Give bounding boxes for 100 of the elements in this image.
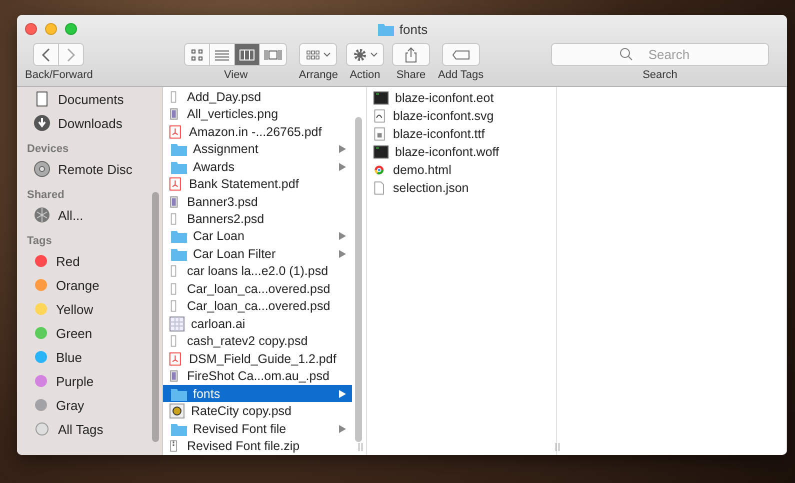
file-row[interactable]: Car_loan_ca...overed.psd bbox=[163, 280, 352, 298]
badge-file-icon bbox=[169, 403, 185, 420]
back-icon bbox=[40, 48, 51, 62]
forward-icon bbox=[66, 48, 76, 62]
back-button[interactable] bbox=[32, 43, 59, 66]
file-row[interactable]: DSM_Field_Guide_1.2.pdf bbox=[163, 350, 352, 368]
search-label: Search bbox=[642, 69, 678, 81]
pdf-file-icon bbox=[169, 176, 183, 192]
document-icon bbox=[373, 180, 387, 196]
view-mode-button[interactable] bbox=[234, 43, 260, 66]
file-row[interactable]: cash_ratev2 copy.psd bbox=[163, 332, 352, 350]
minimize-button[interactable] bbox=[45, 23, 57, 35]
arrange-button[interactable] bbox=[299, 43, 338, 66]
sidebar-item[interactable]: Yellow bbox=[56, 302, 94, 316]
close-button[interactable] bbox=[25, 23, 37, 35]
window-title: fonts bbox=[399, 22, 428, 36]
sidebar-item[interactable]: Documents bbox=[58, 92, 124, 106]
file-row[interactable]: All_verticles.png bbox=[163, 105, 352, 123]
file-row[interactable]: Banner3.psd bbox=[163, 192, 352, 210]
file-row[interactable]: Assignment bbox=[163, 140, 352, 158]
view-mode-button[interactable] bbox=[184, 43, 210, 66]
terminal-file-icon bbox=[373, 144, 389, 160]
arrange-icon bbox=[306, 48, 320, 60]
sidebar-item[interactable]: Green bbox=[56, 326, 92, 340]
share-label: Share bbox=[396, 69, 426, 81]
chevron-icon bbox=[339, 390, 346, 398]
caret-icon bbox=[322, 52, 331, 58]
file-row[interactable]: blaze-iconfont.woff bbox=[367, 143, 556, 161]
action-button[interactable] bbox=[346, 43, 384, 66]
font-file-icon bbox=[373, 126, 387, 142]
file-row[interactable]: car loans la...e2.0 (1).psd bbox=[163, 262, 352, 280]
sidebar-item[interactable]: Downloads bbox=[58, 116, 122, 130]
sidebar-item[interactable]: Blue bbox=[56, 350, 82, 364]
folder-icon bbox=[169, 141, 187, 158]
sidebar-section-header: Devices bbox=[27, 142, 70, 155]
file-row[interactable]: Revised Font file.zip bbox=[163, 437, 352, 455]
share-icon bbox=[405, 46, 417, 62]
sidebar-item[interactable]: All Tags bbox=[58, 422, 104, 436]
sidebar-section-header: Tags bbox=[27, 234, 53, 247]
file-row[interactable]: Amazon.in -...26765.pdf bbox=[163, 122, 352, 140]
file-row[interactable]: demo.html bbox=[367, 161, 556, 179]
pdf-file-icon bbox=[169, 350, 183, 367]
column-resize-icon[interactable] bbox=[358, 443, 363, 451]
sidebar-section-header: Shared bbox=[27, 188, 66, 201]
gear-icon bbox=[352, 48, 366, 62]
scrollbar[interactable] bbox=[152, 192, 159, 442]
sidebar-item[interactable]: Red bbox=[56, 254, 80, 268]
file-row[interactable]: blaze-iconfont.eot bbox=[367, 89, 556, 107]
share-button[interactable] bbox=[392, 43, 430, 66]
file-row[interactable]: carloan.ai bbox=[163, 315, 352, 333]
file-row[interactable]: fonts bbox=[163, 384, 352, 402]
back-forward-label: Back/Forward bbox=[25, 69, 93, 81]
add-tags-button[interactable] bbox=[442, 43, 480, 66]
file-row[interactable]: Banners2.psd bbox=[163, 210, 352, 228]
sidebar-item[interactable]: Gray bbox=[56, 398, 84, 412]
search-field[interactable]: Search bbox=[551, 43, 769, 66]
column-resize-icon[interactable] bbox=[555, 443, 560, 451]
chevron-icon bbox=[339, 162, 346, 171]
chevron-icon bbox=[339, 424, 346, 433]
file-row[interactable]: Car Loan Filter bbox=[163, 245, 352, 263]
search-icon bbox=[619, 47, 633, 61]
file-row[interactable]: Awards bbox=[163, 158, 352, 176]
file-row[interactable]: blaze-iconfont.svg bbox=[367, 107, 556, 125]
arrange-label: Arrange bbox=[298, 69, 338, 81]
file-row[interactable]: Add_Day.psd bbox=[163, 88, 352, 106]
tag-icon bbox=[452, 50, 470, 60]
disc-icon bbox=[34, 161, 50, 177]
icon-view-icon bbox=[190, 48, 204, 60]
file-row[interactable]: Car_loan_ca...overed.psd bbox=[163, 298, 352, 316]
file-row[interactable]: Revised Font file bbox=[163, 420, 352, 438]
vector-file-icon bbox=[373, 108, 387, 124]
globe-icon bbox=[34, 207, 50, 223]
terminal-file-icon bbox=[373, 90, 389, 106]
sidebar-item[interactable]: Orange bbox=[56, 278, 100, 292]
folder-icon bbox=[169, 228, 187, 244]
sidebar-item[interactable]: All... bbox=[58, 208, 84, 222]
chevron-icon bbox=[339, 250, 346, 258]
scrollbar[interactable] bbox=[355, 117, 362, 442]
folder-icon bbox=[376, 21, 394, 37]
view-mode-button[interactable] bbox=[258, 43, 287, 66]
zoom-button[interactable] bbox=[65, 23, 77, 35]
chevron-icon bbox=[339, 232, 346, 240]
column-view-icon bbox=[238, 48, 255, 60]
file-row[interactable]: Bank Statement.pdf bbox=[163, 175, 352, 193]
view-mode-button[interactable] bbox=[208, 43, 235, 66]
file-row[interactable]: blaze-iconfont.ttf bbox=[367, 125, 556, 143]
sidebar-item[interactable]: Purple bbox=[56, 374, 94, 388]
sidebar-item[interactable]: Remote Disc bbox=[58, 162, 132, 176]
pdf-file-icon bbox=[169, 124, 183, 140]
document-icon bbox=[34, 91, 50, 107]
file-row[interactable]: selection.json bbox=[367, 179, 556, 197]
download-icon bbox=[34, 115, 50, 131]
file-row[interactable]: FireShot Ca...om.au_.psd bbox=[163, 368, 352, 385]
list-view-icon bbox=[214, 48, 230, 60]
view-label: View bbox=[224, 69, 248, 81]
file-row[interactable]: RateCity copy.psd bbox=[163, 402, 352, 420]
caret-icon bbox=[370, 52, 378, 58]
action-label: Action bbox=[350, 69, 380, 81]
tags-icon bbox=[34, 421, 50, 437]
file-row[interactable]: Car Loan bbox=[163, 228, 352, 246]
